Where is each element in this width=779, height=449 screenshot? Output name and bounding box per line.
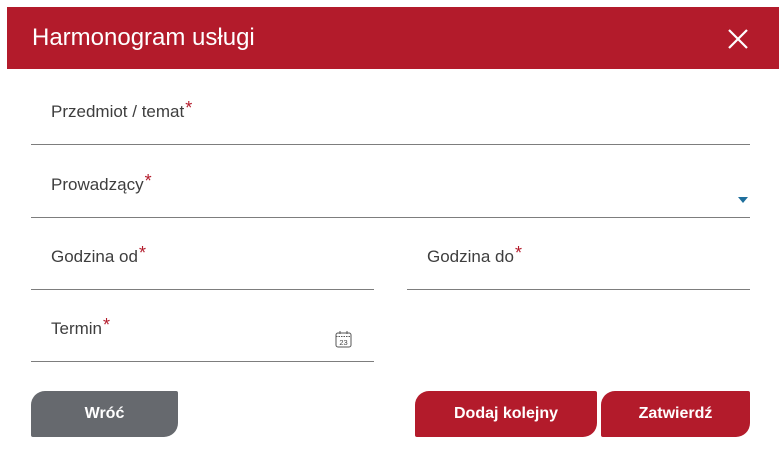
dialog-header: Harmonogram usługi xyxy=(7,7,779,69)
date-label: Termin* xyxy=(51,315,111,338)
calendar-icon[interactable]: 23 xyxy=(335,330,352,348)
required-mark: * xyxy=(514,243,522,263)
instructor-select[interactable]: Prowadzący* xyxy=(31,171,750,218)
time-to-field[interactable]: Godzina do* xyxy=(407,243,750,290)
caret-down-icon[interactable] xyxy=(738,197,748,203)
required-mark: * xyxy=(138,243,146,263)
close-icon[interactable] xyxy=(726,27,750,51)
back-button[interactable]: Wróć xyxy=(31,391,178,437)
add-another-button[interactable]: Dodaj kolejny xyxy=(415,391,597,437)
required-mark: * xyxy=(103,315,111,335)
instructor-label: Prowadzący* xyxy=(51,171,152,194)
confirm-button[interactable]: Zatwierdź xyxy=(601,391,750,437)
subject-label: Przedmiot / temat* xyxy=(51,98,193,121)
dialog-title: Harmonogram usługi xyxy=(32,24,255,51)
time-from-label: Godzina od* xyxy=(51,243,146,266)
schedule-dialog: Harmonogram usługi Przedmiot / temat* Pr… xyxy=(7,7,779,449)
calendar-day: 23 xyxy=(339,338,347,347)
subject-field[interactable]: Przedmiot / temat* xyxy=(31,98,750,145)
date-field[interactable]: Termin* 23 xyxy=(31,315,374,362)
required-mark: * xyxy=(185,98,193,118)
time-from-field[interactable]: Godzina od* xyxy=(31,243,374,290)
required-mark: * xyxy=(144,171,152,191)
time-to-label: Godzina do* xyxy=(427,243,522,266)
